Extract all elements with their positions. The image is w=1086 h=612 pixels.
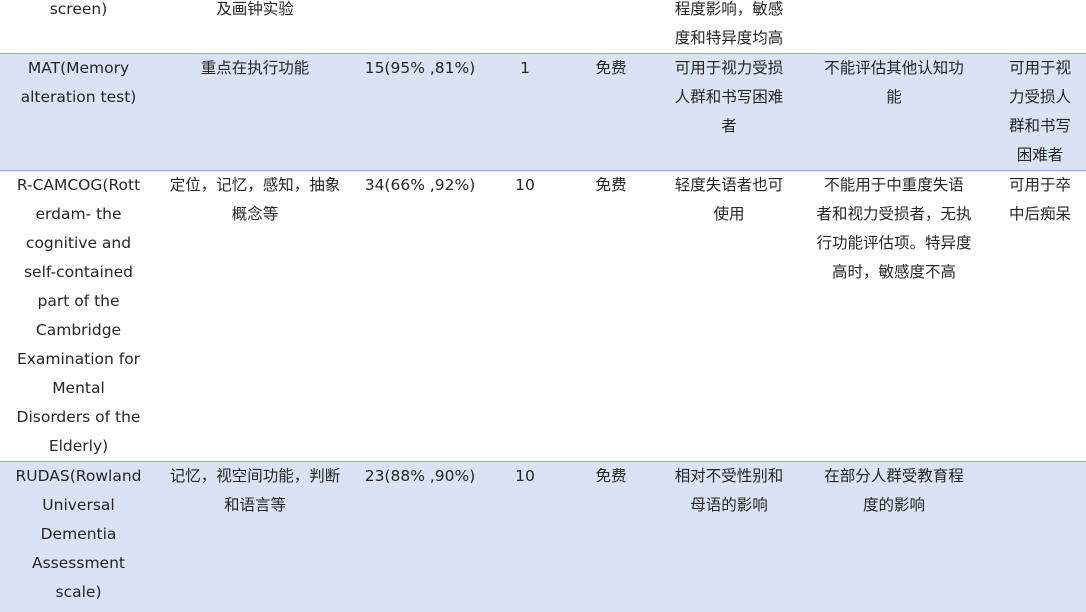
cell-content: 定位，记忆，感知，抽象 概念等 xyxy=(160,171,350,229)
text-line: 中后痴呆 xyxy=(1008,205,1071,223)
text-line: 10 xyxy=(515,176,535,194)
cell-content: 及画钟实验 xyxy=(160,0,350,24)
text-line: Examination for xyxy=(16,350,141,368)
cell-disadvantage: 不能用于中重度失语 者和视力受损者，无执 行功能评估项。特异度 高时，敏感度不高 xyxy=(806,171,982,287)
table-row-rudas: RUDAS(Rowland Universal Dementia Assessm… xyxy=(0,462,1086,612)
text-line: 可用于卒 xyxy=(1008,176,1071,194)
text-line: 及画钟实验 xyxy=(216,0,294,18)
cell-items: 34(66% ,92%) xyxy=(355,171,485,200)
cell-name: R-CAMCOG(Rott erdam- the cognitive and s… xyxy=(0,171,157,461)
text-line: RUDAS(Rowland xyxy=(15,467,142,485)
text-line: 免费 xyxy=(595,467,627,485)
text-line: 34(66% ,92%) xyxy=(364,176,476,194)
cell-name: screen) xyxy=(0,0,157,24)
text-line: Cambridge xyxy=(35,321,122,339)
text-line: Assessment xyxy=(32,554,125,572)
text-line: 10 xyxy=(515,467,535,485)
text-line: 使用 xyxy=(713,205,745,223)
text-line: 行功能评估项。特异度 xyxy=(816,234,972,252)
text-line: 困难者 xyxy=(1016,146,1064,164)
text-line: 免费 xyxy=(595,176,627,194)
text-line: cognitive and xyxy=(25,234,132,252)
text-line: 母语的影响 xyxy=(690,496,768,514)
text-line: 在部分人群受教育程 xyxy=(824,467,964,485)
text-line: 23(88% ,90%) xyxy=(364,467,476,485)
cell-name: RUDAS(Rowland Universal Dementia Assessm… xyxy=(0,462,157,607)
text-line: part of the xyxy=(37,292,120,310)
text-line: screen) xyxy=(49,0,108,18)
text-line: Disorders of the xyxy=(16,408,141,426)
text-line: 相对不受性别和 xyxy=(674,467,784,485)
cell-advantage: 相对不受性别和 母语的影响 xyxy=(664,462,794,520)
text-line: 高时，敏感度不高 xyxy=(831,263,956,281)
text-line: 能 xyxy=(886,88,902,106)
cell-cost: 免费 xyxy=(570,462,652,491)
text-line: 可用于视 xyxy=(1008,59,1071,77)
cell-disadvantage: 在部分人群受教育程 度的影响 xyxy=(806,462,982,520)
text-line: Universal xyxy=(42,496,115,514)
cell-time: 10 xyxy=(490,171,560,200)
table-row-r-camcog: R-CAMCOG(Rott erdam- the cognitive and s… xyxy=(0,171,1086,462)
text-line: self-contained xyxy=(23,263,134,281)
text-line: 轻度失语者也可 xyxy=(674,176,784,194)
text-line: MAT(Memory xyxy=(27,59,130,77)
text-line: 群和书写 xyxy=(1008,117,1071,135)
cell-items: 23(88% ,90%) xyxy=(355,462,485,491)
text-line: 概念等 xyxy=(231,205,279,223)
cell-name: MAT(Memory alteration test) xyxy=(0,54,157,112)
text-line: 可用于视力受损 xyxy=(674,59,784,77)
cell-content: 重点在执行功能 xyxy=(160,54,350,83)
cell-advantage: 轻度失语者也可 使用 xyxy=(664,171,794,229)
table-row-partial: screen) 及画钟实验 程度影响，敏感 度和特异度均高 xyxy=(0,0,1086,54)
text-line: scale) xyxy=(55,583,102,601)
text-line: 度的影响 xyxy=(862,496,925,514)
text-line: 者 xyxy=(721,117,737,135)
text-line: 度和特异度均高 xyxy=(674,29,784,47)
text-line: erdam- the xyxy=(35,205,122,223)
text-line: 15(95% ,81%) xyxy=(364,59,476,77)
text-line: 不能用于中重度失语 xyxy=(824,176,964,194)
text-line: Mental xyxy=(52,379,105,397)
cell-cost: 免费 xyxy=(570,54,652,83)
text-line: Elderly) xyxy=(48,437,109,455)
text-line: 不能评估其他认知功 xyxy=(824,59,964,77)
text-line: 者和视力受损者，无执 xyxy=(816,205,972,223)
cell-advantage: 程度影响，敏感 度和特异度均高 xyxy=(664,0,794,53)
cell-items: 15(95% ,81%) xyxy=(355,54,485,83)
cell-advantage: 可用于视力受损 人群和书写困难 者 xyxy=(664,54,794,141)
cell-time: 10 xyxy=(490,462,560,491)
cell-disadvantage: 不能评估其他认知功 能 xyxy=(806,54,982,112)
table-row-mat: MAT(Memory alteration test) 重点在执行功能 15(9… xyxy=(0,54,1086,171)
text-line: 重点在执行功能 xyxy=(200,59,310,77)
cell-time: 1 xyxy=(490,54,560,83)
text-line: 力受损人 xyxy=(1008,88,1071,106)
text-line: R-CAMCOG(Rott xyxy=(16,176,141,194)
text-line: Dementia xyxy=(40,525,117,543)
text-line: 程度影响，敏感 xyxy=(674,0,784,18)
text-line: 和语言等 xyxy=(223,496,286,514)
text-line: 免费 xyxy=(595,59,627,77)
cell-cost: 免费 xyxy=(570,171,652,200)
text-line: alteration test) xyxy=(20,88,137,106)
cell-content: 记忆，视空间功能，判断 和语言等 xyxy=(160,462,350,520)
text-line: 定位，记忆，感知，抽象 xyxy=(169,176,341,194)
text-line: 人群和书写困难 xyxy=(674,88,784,106)
text-line: 记忆，视空间功能，判断 xyxy=(169,467,341,485)
cell-notes: 可用于卒 中后痴呆 xyxy=(994,171,1086,229)
text-line: 1 xyxy=(520,59,530,77)
cell-notes: 可用于视 力受损人 群和书写 困难者 xyxy=(994,54,1086,170)
